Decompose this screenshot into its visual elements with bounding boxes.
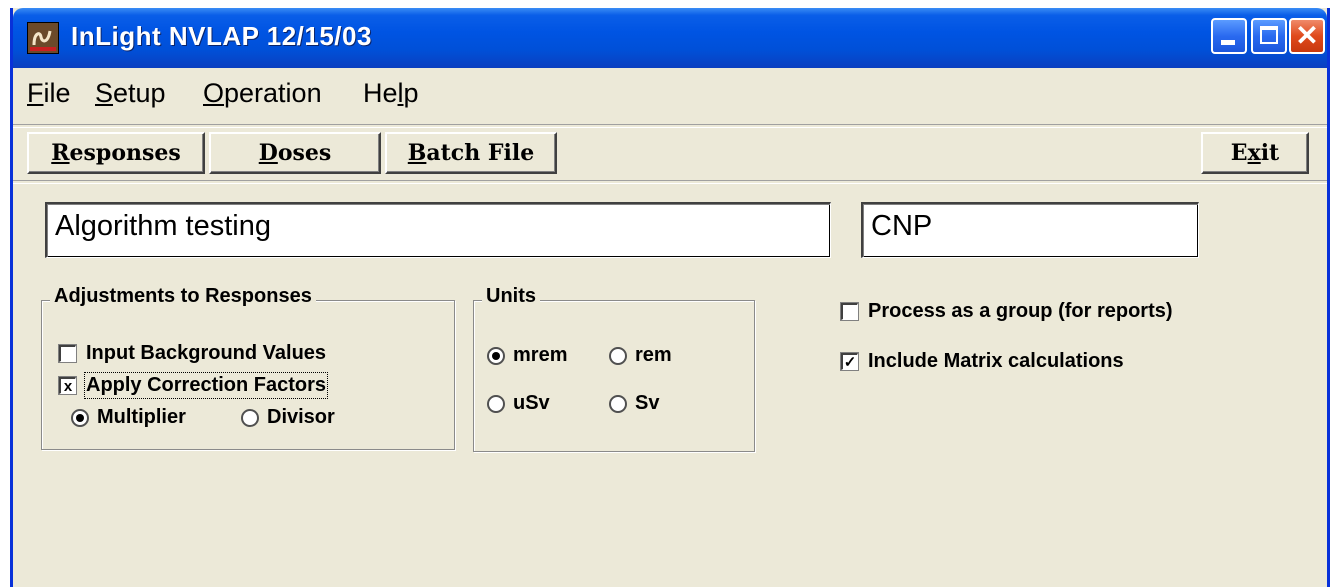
exit-button[interactable]: Exit [1201, 132, 1309, 174]
app-window: InLight NVLAP 12/15/03 ✕ File Setup Oper… [10, 8, 1330, 587]
matrix-calc-checkbox[interactable]: ✓ Include Matrix calculations [841, 350, 1124, 373]
responses-button[interactable]: Responses [27, 132, 205, 174]
menu-operation[interactable]: Operation [203, 78, 322, 109]
menu-bar: File Setup Operation Help [13, 68, 1327, 124]
adjustments-group-title: Adjustments to Responses [50, 285, 316, 308]
radio-selected-icon[interactable] [71, 408, 89, 427]
process-group-checkbox[interactable]: Process as a group (for reports) [841, 300, 1173, 323]
close-icon: ✕ [1295, 20, 1319, 51]
radio-unselected-icon[interactable] [609, 394, 627, 413]
window-title: InLight NVLAP 12/15/03 [71, 21, 372, 51]
radio-unselected-icon[interactable] [609, 346, 627, 365]
multiplier-radio[interactable]: Multiplier [71, 406, 186, 429]
inlight-logo-icon[interactable] [27, 22, 59, 54]
title-bar[interactable]: InLight NVLAP 12/15/03 ✕ [13, 8, 1327, 68]
maximize-button[interactable] [1251, 18, 1287, 54]
close-button[interactable]: ✕ [1289, 18, 1325, 54]
units-group-title: Units [482, 285, 540, 308]
menu-file[interactable]: File [27, 78, 71, 109]
maximize-icon [1260, 26, 1278, 44]
radio-unselected-icon[interactable] [487, 394, 505, 413]
input-background-checkbox[interactable]: Input Background Values [59, 342, 326, 365]
minimize-icon [1221, 40, 1235, 45]
toolbar-divider [13, 124, 1327, 128]
units-group: Units [473, 285, 755, 452]
batch-file-button[interactable]: Batch File [385, 132, 557, 174]
unit-usv-radio[interactable]: uSv [487, 392, 550, 415]
checkmark-icon[interactable]: ✓ [841, 353, 858, 370]
content-divider [13, 180, 1327, 184]
unit-sv-radio[interactable]: Sv [609, 392, 659, 415]
menu-setup[interactable]: Setup [95, 78, 166, 109]
checkbox-box[interactable]: x [59, 377, 76, 394]
unit-rem-radio[interactable]: rem [609, 344, 672, 367]
code-input[interactable]: CNP [861, 202, 1199, 258]
doses-button[interactable]: Doses [209, 132, 381, 174]
divisor-radio[interactable]: Divisor [241, 406, 335, 429]
radio-unselected-icon[interactable] [241, 408, 259, 427]
menu-help[interactable]: Help [363, 78, 419, 109]
unit-mrem-radio[interactable]: mrem [487, 344, 567, 367]
radio-selected-icon[interactable] [487, 346, 505, 365]
checkbox-box[interactable] [841, 303, 858, 320]
description-input[interactable]: Algorithm testing [45, 202, 831, 258]
minimize-button[interactable] [1211, 18, 1247, 54]
checkbox-box[interactable] [59, 345, 76, 362]
apply-correction-checkbox[interactable]: x Apply Correction Factors [59, 372, 329, 399]
